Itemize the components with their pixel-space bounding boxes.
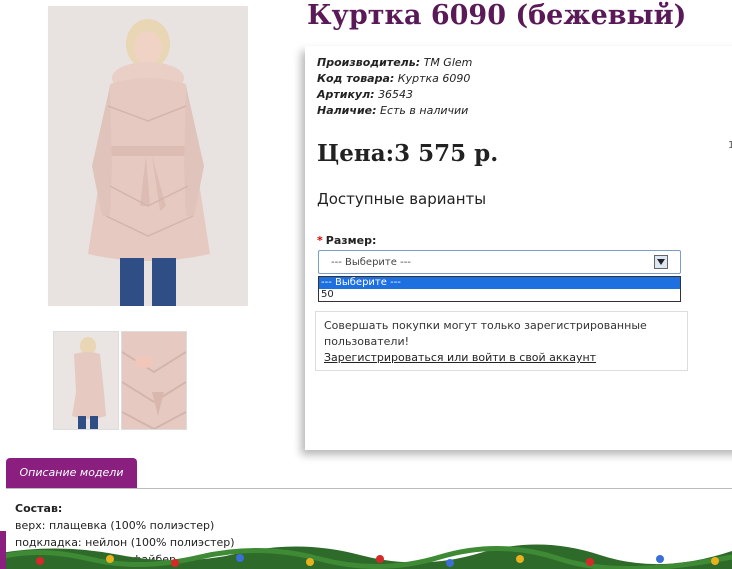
size-option-placeholder[interactable]: --- Выберите --- bbox=[319, 277, 680, 289]
size-select[interactable]: --- Выберите --- bbox=[318, 250, 681, 274]
login-notice-text: Совершать покупки могут только зарегистр… bbox=[324, 319, 647, 348]
sku-row: Артикул: 36543 bbox=[317, 87, 472, 103]
login-notice: Совершать покупки могут только зарегистр… bbox=[315, 311, 688, 371]
tab-divider bbox=[6, 488, 732, 489]
sku-value: 36543 bbox=[378, 88, 414, 101]
options-title: Доступные варианты bbox=[317, 190, 487, 208]
size-label: Размер: bbox=[325, 234, 377, 247]
thumbnail-photo-2 bbox=[122, 332, 186, 429]
availability-value: Есть в наличии bbox=[380, 104, 469, 117]
availability-label: Наличие: bbox=[317, 104, 377, 117]
product-code-row: Код товара: Куртка 6090 bbox=[317, 71, 472, 87]
required-mark: * bbox=[317, 234, 323, 247]
product-main-image[interactable] bbox=[48, 6, 248, 306]
size-dropdown-list[interactable]: --- Выберите --- 50 bbox=[318, 276, 681, 302]
manufacturer-label: Производитель: bbox=[317, 56, 421, 69]
manufacturer-value[interactable]: TM Glem bbox=[424, 56, 473, 69]
product-specs: Производитель: TM Glem Код товара: Куртк… bbox=[317, 55, 472, 119]
product-code-label: Код товара: bbox=[317, 72, 395, 85]
product-price: Цена:3 575 р. bbox=[317, 140, 499, 167]
composition-label: Состав: bbox=[15, 502, 63, 515]
product-thumbnail-2[interactable] bbox=[121, 331, 187, 430]
size-label-row: * Размер: bbox=[317, 234, 376, 247]
right-edge-marker: 1 bbox=[728, 140, 732, 151]
product-code-value: Куртка 6090 bbox=[397, 72, 471, 85]
size-option-50[interactable]: 50 bbox=[319, 289, 680, 301]
product-photo bbox=[48, 6, 248, 306]
thumbnail-photo-1 bbox=[54, 332, 118, 429]
holiday-garland-decoration bbox=[0, 531, 732, 569]
chevron-down-icon[interactable] bbox=[654, 255, 668, 269]
product-thumbnail-1[interactable] bbox=[53, 331, 119, 430]
sku-label: Артикул: bbox=[317, 88, 375, 101]
product-info-panel: Производитель: TM Glem Код товара: Куртк… bbox=[305, 46, 732, 450]
size-select-value: --- Выберите --- bbox=[331, 257, 411, 268]
register-login-link[interactable]: Зарегистрироваться или войти в свой акка… bbox=[324, 350, 679, 366]
product-title: Куртка 6090 (бежевый) bbox=[307, 0, 687, 31]
tab-model-description[interactable]: Описание модели bbox=[6, 458, 137, 489]
availability-row: Наличие: Есть в наличии bbox=[317, 103, 472, 119]
manufacturer-row: Производитель: TM Glem bbox=[317, 55, 472, 71]
